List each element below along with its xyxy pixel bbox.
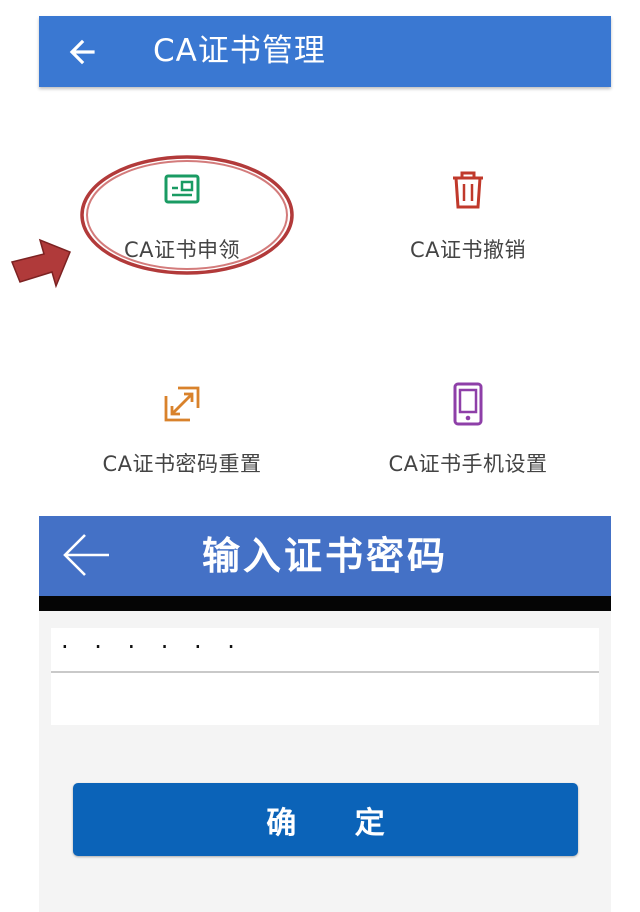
highlight-annotation [10,155,294,289]
divider-strip [39,596,611,611]
back-arrow-icon[interactable] [67,36,99,68]
tile-certificate-revoke[interactable]: CA证书撤销 [325,130,611,330]
highlight-ellipse [80,155,294,275]
phone-icon [453,382,483,426]
tile-label: CA证书手机设置 [388,452,548,476]
tile-label: CA证书密码重置 [102,452,262,476]
tile-label: CA证书撤销 [409,238,527,262]
confirm-button[interactable]: 确 定 [73,783,578,856]
tile-certificate-password-reset[interactable]: CA证书密码重置 [39,340,325,540]
trash-icon [453,171,483,209]
password-value: · · · · · · [61,633,244,661]
ca-management-header: CA证书管理 [39,16,611,87]
page-title: CA证书管理 [153,33,326,69]
password-header: 输入证书密码 [39,516,611,596]
page-title: 输入证书密码 [201,534,448,578]
input-underline [51,671,599,673]
password-input[interactable]: · · · · · · [51,628,599,725]
reset-arrows-icon [164,386,200,422]
tile-certificate-phone-settings[interactable]: CA证书手机设置 [325,340,611,540]
pointer-arrow-icon [10,238,71,289]
